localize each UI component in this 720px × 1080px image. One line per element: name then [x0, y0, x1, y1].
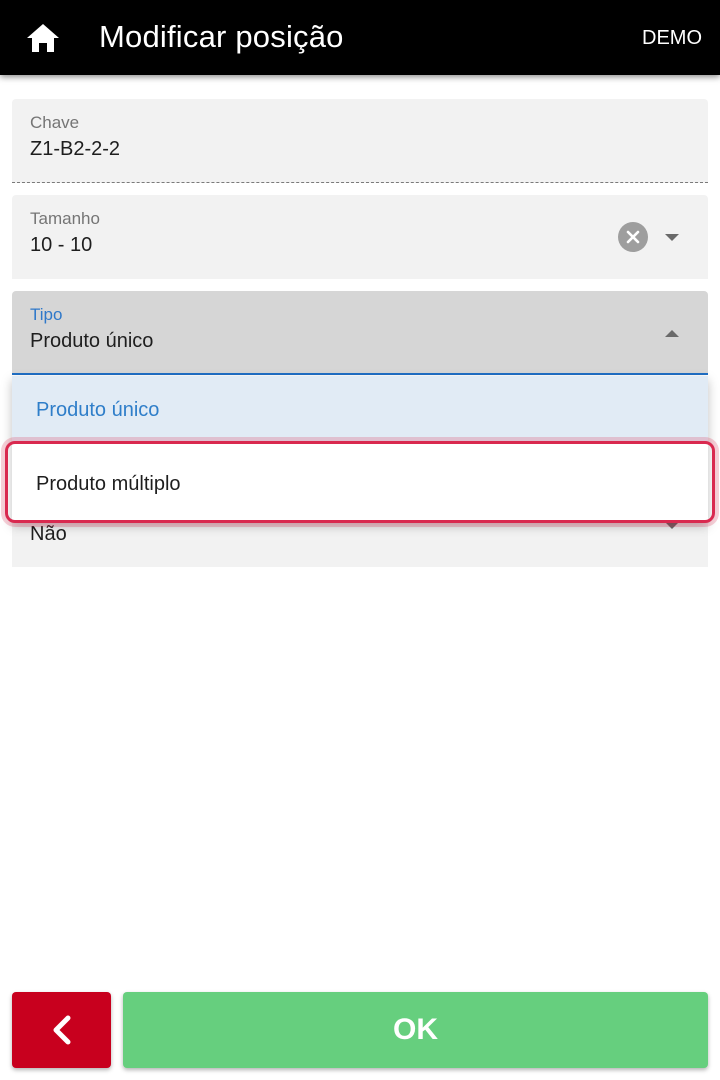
size-label: Tamanho: [30, 209, 100, 228]
type-dropdown-toggle[interactable]: [662, 323, 682, 343]
type-value: Produto único: [30, 330, 154, 352]
size-dropdown-toggle[interactable]: [662, 227, 682, 247]
chevron-up-icon: [665, 329, 679, 337]
extra-value: Não: [30, 523, 67, 545]
key-value: Z1-B2-2-2: [30, 138, 121, 160]
size-select[interactable]: Tamanho 10 - 10: [12, 195, 708, 279]
chevron-left-icon: [53, 1015, 70, 1045]
option-produto-multiplo[interactable]: Produto múltiplo: [12, 446, 708, 522]
app-bar: Modificar posição DEMO: [0, 0, 720, 75]
back-button[interactable]: [12, 992, 111, 1068]
page-title: Modificar posição: [99, 19, 344, 54]
type-select[interactable]: Tipo Produto único: [12, 291, 708, 375]
demo-label: DEMO: [642, 27, 702, 49]
chevron-down-icon: [665, 521, 679, 529]
type-dropdown-menu: Produto único Produto múltiplo: [12, 376, 708, 522]
close-icon: [626, 230, 640, 244]
type-label: Tipo: [30, 305, 63, 324]
ok-button[interactable]: OK: [123, 992, 708, 1068]
size-value: 10 - 10: [30, 234, 93, 256]
key-label: Chave: [30, 113, 80, 132]
option-produto-unico[interactable]: Produto único: [12, 376, 708, 444]
chevron-down-icon: [665, 233, 679, 241]
home-button[interactable]: [20, 18, 66, 58]
home-icon: [27, 24, 59, 52]
key-field[interactable]: Chave Z1-B2-2-2: [12, 99, 708, 183]
clear-size-button[interactable]: [618, 222, 648, 252]
